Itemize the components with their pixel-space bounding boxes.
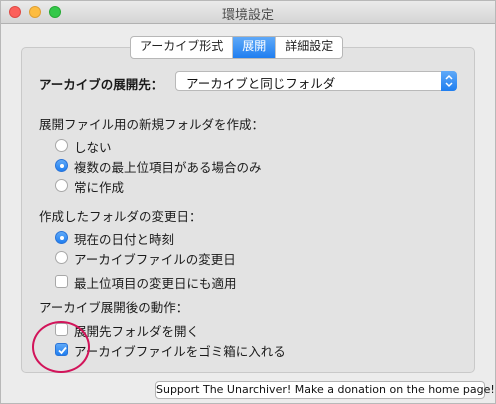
window-title: 環境設定 [221,8,274,23]
tab-archive-format[interactable]: アーカイブ形式 [131,37,234,58]
radio-never[interactable] [55,139,68,152]
checkbox-apply-top-items[interactable] [55,275,68,288]
after-extract-heading: アーカイブ展開後の動作： [39,300,189,315]
checkbox-move-to-trash-label: アーカイブファイルをゴミ箱に入れる [74,344,286,359]
extract-to-value: アーカイブと同じフォルダ [186,76,336,91]
checkmark-icon [58,346,67,355]
checkbox-open-folder-label: 展開先フォルダを開く [74,324,200,339]
title-bar: 環境設定 [1,1,495,24]
checkbox-move-to-trash[interactable] [55,343,68,356]
tab-advanced[interactable]: 詳細設定 [276,37,342,58]
radio-current-date-label: 現在の日付と時刻 [74,232,175,247]
extract-to-label: アーカイブの展開先： [39,77,164,92]
checkbox-apply-top-items-label: 最上位項目の変更日にも適用 [74,276,237,291]
checkbox-open-folder[interactable] [55,323,68,336]
tab-bar: アーカイブ形式 展開 詳細設定 [130,36,344,59]
radio-multiple-top-items[interactable] [55,159,68,172]
radio-never-label: しない [74,140,112,155]
new-folder-heading: 展開ファイル用の新規フォルダを作成： [39,117,265,132]
preferences-window: 環境設定 アーカイブ形式 展開 詳細設定 アーカイブの展開先： アーカイブと同じ… [0,0,496,404]
radio-always-label: 常に作成 [74,180,125,195]
radio-multiple-top-items-label: 複数の最上位項目がある場合のみ [74,160,262,175]
radio-archive-date-label: アーカイブファイルの変更日 [74,252,236,267]
modification-date-heading: 作成したフォルダの変更日： [39,209,202,224]
radio-archive-date[interactable] [55,251,68,264]
donate-button[interactable]: Support The Unarchiver! Make a donation … [155,381,495,399]
extract-to-popup[interactable]: アーカイブと同じフォルダ [175,71,457,91]
tab-extraction[interactable]: 展開 [233,37,277,58]
radio-current-date[interactable] [55,231,68,244]
radio-always[interactable] [55,179,68,192]
updown-arrows-icon [441,71,457,91]
